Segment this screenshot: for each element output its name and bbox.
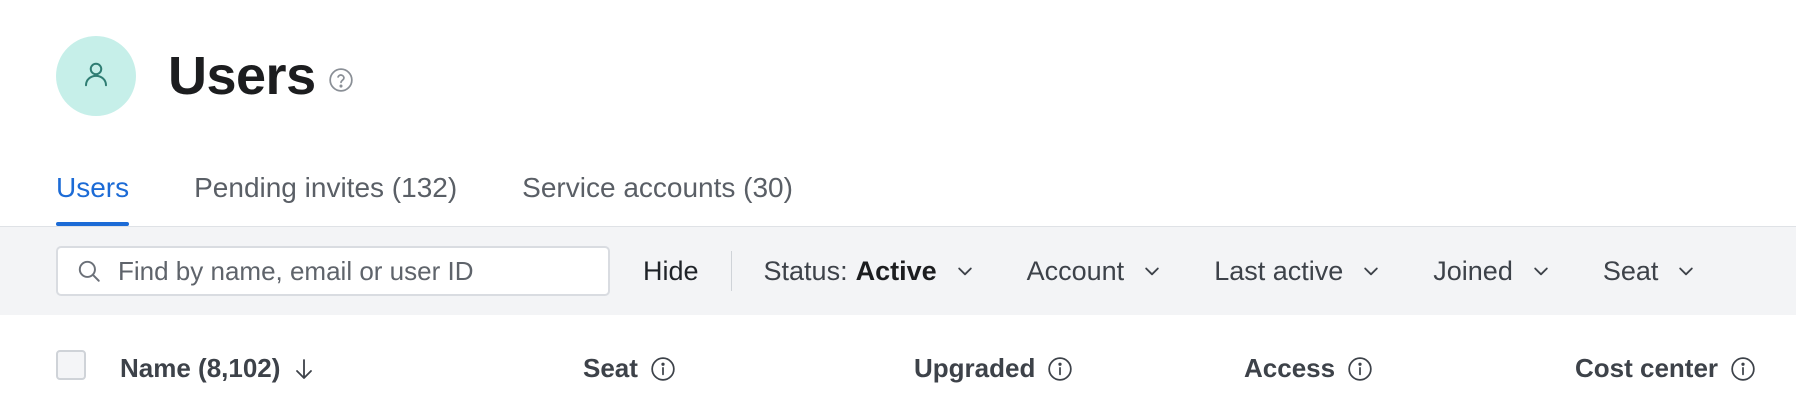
account-filter[interactable]: Account — [1027, 256, 1163, 287]
user-icon — [81, 59, 111, 94]
column-header-cost-center[interactable]: Cost center — [1575, 353, 1756, 384]
tab-pending-invites[interactable]: Pending invites (132) — [194, 160, 457, 226]
status-filter-label: Status: — [763, 255, 848, 286]
column-header-label: Cost center — [1575, 353, 1719, 383]
chevron-down-icon — [1676, 261, 1696, 281]
page-header: Users — [56, 36, 354, 116]
page-title: Users — [168, 46, 316, 106]
table-header: Name (8,102) Seat Upgraded Access Cost c… — [0, 315, 1796, 402]
seat-filter[interactable]: Seat — [1603, 256, 1697, 287]
column-header-label: Name (8,102) — [120, 353, 281, 383]
chevron-down-icon — [1142, 261, 1162, 281]
tab-service-accounts[interactable]: Service accounts (30) — [522, 160, 793, 226]
arrow-down-icon — [292, 356, 316, 382]
column-header-name[interactable]: Name (8,102) — [120, 353, 316, 384]
column-header-upgraded[interactable]: Upgraded — [914, 353, 1073, 384]
search-icon — [76, 258, 102, 284]
column-header-label: Upgraded — [914, 353, 1036, 383]
chevron-down-icon — [955, 261, 975, 281]
joined-filter-label: Joined — [1433, 255, 1513, 286]
status-filter[interactable]: Status: Active — [764, 256, 975, 287]
chevron-down-icon — [1361, 261, 1381, 281]
help-circle-icon[interactable] — [328, 67, 354, 93]
last-active-filter-label: Last active — [1214, 255, 1344, 286]
tab-bar: Users Pending invites (132) Service acco… — [56, 160, 1796, 226]
select-all-checkbox[interactable] — [56, 350, 86, 380]
chevron-down-icon — [1531, 261, 1551, 281]
search-box[interactable] — [56, 246, 610, 296]
search-input[interactable] — [116, 254, 600, 288]
account-filter-label: Account — [1026, 255, 1125, 286]
joined-filter[interactable]: Joined — [1433, 256, 1551, 287]
column-header-seat[interactable]: Seat — [583, 353, 676, 384]
seat-filter-label: Seat — [1602, 255, 1659, 286]
divider — [730, 251, 732, 291]
info-icon[interactable] — [1047, 356, 1073, 382]
info-icon[interactable] — [650, 356, 676, 382]
column-header-label: Seat — [583, 353, 638, 383]
hide-button[interactable]: Hide — [643, 256, 699, 287]
avatar — [56, 36, 136, 116]
column-header-access[interactable]: Access — [1244, 353, 1373, 384]
tab-users[interactable]: Users — [56, 160, 130, 226]
info-icon[interactable] — [1347, 356, 1373, 382]
info-icon[interactable] — [1730, 356, 1756, 382]
column-header-label: Access — [1244, 353, 1336, 383]
last-active-filter[interactable]: Last active — [1214, 256, 1381, 287]
status-filter-value: Active — [855, 255, 937, 286]
filter-bar: Hide Status: Active Account Last active … — [0, 227, 1796, 315]
